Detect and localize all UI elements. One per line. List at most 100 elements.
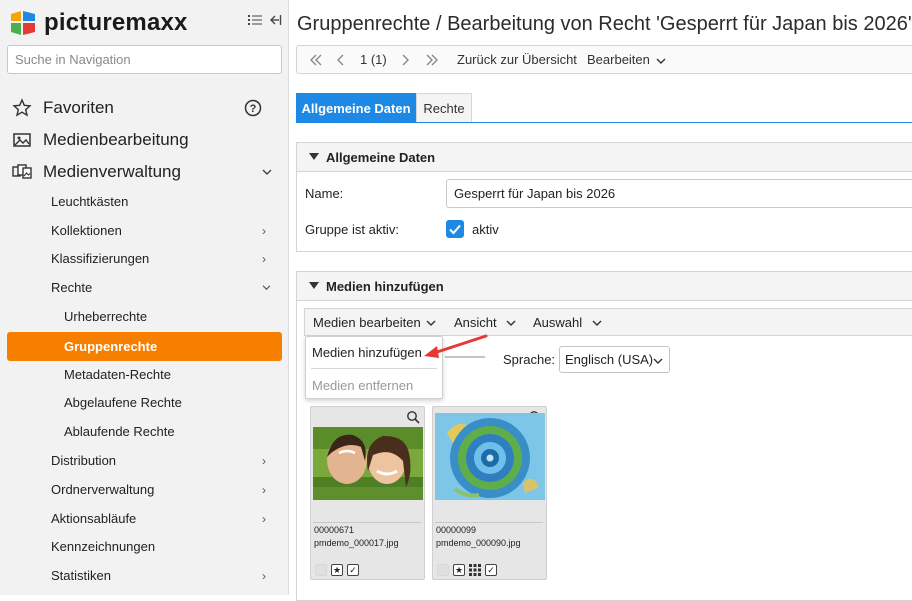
menu-item-remove-media[interactable]: Medien entfernen: [312, 378, 413, 393]
collapse-triangle-icon: [309, 282, 319, 289]
thumbnail-divider: [435, 522, 543, 523]
nav-item-leuchtkaesten[interactable]: Leuchtkästen: [0, 188, 289, 215]
nav-item-label: Klassifizierungen: [51, 251, 150, 266]
nav-item-media-management[interactable]: Medienverwaltung: [0, 157, 289, 187]
media-thumbnail[interactable]: 00000099 pmdemo_000090.jpg ★ ✓: [432, 406, 547, 580]
nav-item-favorites[interactable]: Favoriten ?: [0, 93, 289, 123]
nav-item-statistiken[interactable]: Statistiken ›: [0, 562, 289, 589]
active-label: Gruppe ist aktiv:: [305, 222, 399, 237]
chevron-down-icon: [262, 169, 272, 175]
nav-item-ablaufende-rechte[interactable]: Ablaufende Rechte: [0, 418, 289, 445]
sidebar-controls: [248, 14, 282, 26]
language-select-value: Englisch (USA): [565, 352, 654, 367]
media-edit-menu[interactable]: Medien bearbeiten: [313, 315, 421, 330]
media-thumbnail[interactable]: 00000671 pmdemo_000017.jpg ★ ✓: [310, 406, 425, 580]
nav-item-label: Statistiken: [51, 568, 111, 583]
active-checkbox[interactable]: [446, 220, 464, 238]
nav-item-ordnerverwaltung[interactable]: Ordnerverwaltung ›: [0, 476, 289, 503]
chevron-right-icon: ›: [262, 568, 266, 583]
language-select[interactable]: Englisch (USA): [559, 346, 670, 373]
collapse-sidebar-icon[interactable]: [268, 14, 282, 26]
thumbnail-id: 00000671: [314, 525, 355, 535]
nav-item-media-editing[interactable]: Medienbearbeitung: [0, 125, 289, 155]
select-checkbox-icon[interactable]: ✓: [485, 564, 497, 576]
chevron-down-icon: [262, 285, 271, 291]
first-page-icon[interactable]: [309, 54, 323, 66]
tab-underline: [296, 122, 912, 123]
nav-item-label: Medienverwaltung: [43, 162, 181, 181]
general-data-panel-header[interactable]: Allgemeine Daten: [297, 143, 912, 172]
nav-item-label: Leuchtkästen: [51, 194, 129, 209]
last-page-icon[interactable]: [425, 54, 439, 66]
tab-general[interactable]: Allgemeine Daten: [296, 93, 416, 123]
nav-item-klassifizierungen[interactable]: Klassifizierungen ›: [0, 245, 289, 272]
list-icon[interactable]: [248, 14, 262, 26]
language-label: Sprache:: [503, 352, 556, 367]
panel-title: Medien hinzufügen: [326, 279, 444, 294]
thumbnail-actions: ★ ✓: [315, 564, 359, 576]
nav-item-metadaten-rechte[interactable]: Metadaten-Rechte: [0, 361, 289, 388]
chevron-down-icon: [426, 320, 436, 326]
chevron-down-icon: [506, 320, 516, 326]
nav-item-label: Urheberrechte: [64, 309, 148, 324]
chevron-right-icon: ›: [262, 482, 266, 497]
chevron-right-icon: ›: [262, 453, 266, 468]
nav-item-distribution[interactable]: Distribution ›: [0, 447, 289, 474]
brand-name: picturemaxx: [44, 9, 188, 36]
help-icon[interactable]: ?: [244, 99, 262, 117]
back-to-overview-button[interactable]: Zurück zur Übersicht: [457, 52, 577, 67]
sidebar: picturemaxx Favoriten ? Medienbearb: [0, 0, 289, 595]
view-menu[interactable]: Ansicht: [454, 315, 497, 330]
menu-divider: [311, 368, 437, 369]
thumbnail-id: 00000099: [436, 525, 477, 535]
chevron-down-icon: [653, 358, 663, 364]
tab-rights[interactable]: Rechte: [416, 93, 472, 123]
nav-search-input[interactable]: [7, 45, 282, 74]
annotation-arrow: [424, 334, 488, 358]
chevron-right-icon: ›: [262, 223, 266, 238]
pager-text: 1 (1): [360, 52, 387, 67]
nav-item-label: Abgelaufene Rechte: [64, 395, 182, 410]
nav-item-rechte[interactable]: Rechte: [0, 274, 289, 301]
nav-item-kollektionen[interactable]: Kollektionen ›: [0, 217, 289, 244]
active-checkbox-label: aktiv: [472, 222, 499, 237]
placeholder-icon: [437, 564, 449, 576]
panel-title: Allgemeine Daten: [326, 150, 436, 165]
image-icon: [13, 133, 31, 147]
svg-text:?: ?: [250, 103, 257, 115]
logo[interactable]: picturemaxx: [8, 8, 188, 38]
nav-item-label: Metadaten-Rechte: [64, 367, 171, 382]
nav-item-abgelaufene-rechte[interactable]: Abgelaufene Rechte: [0, 389, 289, 416]
thumbnail-image: [313, 427, 423, 500]
chevron-right-icon: ›: [262, 511, 266, 526]
name-input[interactable]: [446, 179, 912, 208]
favorite-star-icon[interactable]: ★: [331, 564, 343, 576]
favorite-star-icon[interactable]: ★: [453, 564, 465, 576]
zoom-icon[interactable]: [406, 410, 420, 424]
checkmark-icon: [449, 224, 461, 235]
nav-item-label: Distribution: [51, 453, 117, 468]
add-media-panel-header[interactable]: Medien hinzufügen: [297, 272, 912, 301]
grid-icon[interactable]: [469, 564, 481, 576]
next-page-icon[interactable]: [401, 54, 409, 66]
chevron-right-icon: ›: [262, 251, 266, 266]
chevron-down-icon: [656, 58, 666, 64]
collapse-triangle-icon: [309, 153, 319, 160]
nav-item-label: Aktionsabläufe: [51, 511, 137, 526]
thumbnail-actions: ★ ✓: [437, 564, 497, 576]
nav-item-label: Ablaufende Rechte: [64, 424, 175, 439]
prev-page-icon[interactable]: [337, 54, 345, 66]
selection-menu[interactable]: Auswahl: [533, 315, 582, 330]
menu-item-add-media[interactable]: Medien hinzufügen: [312, 345, 422, 360]
picturemaxx-logo-icon: [11, 11, 35, 35]
page-title: Gruppenrechte / Bearbeitung von Recht 'G…: [297, 13, 912, 35]
edit-menu-button[interactable]: Bearbeiten: [587, 52, 650, 67]
nav-item-kennzeichnungen[interactable]: Kennzeichnungen: [0, 533, 289, 560]
select-checkbox-icon[interactable]: ✓: [347, 564, 359, 576]
nav-item-aktionsablaeufe[interactable]: Aktionsabläufe ›: [0, 505, 289, 532]
nav-item-urheberrechte[interactable]: Urheberrechte: [0, 303, 289, 330]
thumbnail-filename: pmdemo_000017.jpg: [314, 538, 399, 548]
nav-item-label: Ordnerverwaltung: [51, 482, 155, 497]
media-library-icon: [12, 164, 32, 179]
chevron-down-icon: [592, 320, 602, 326]
